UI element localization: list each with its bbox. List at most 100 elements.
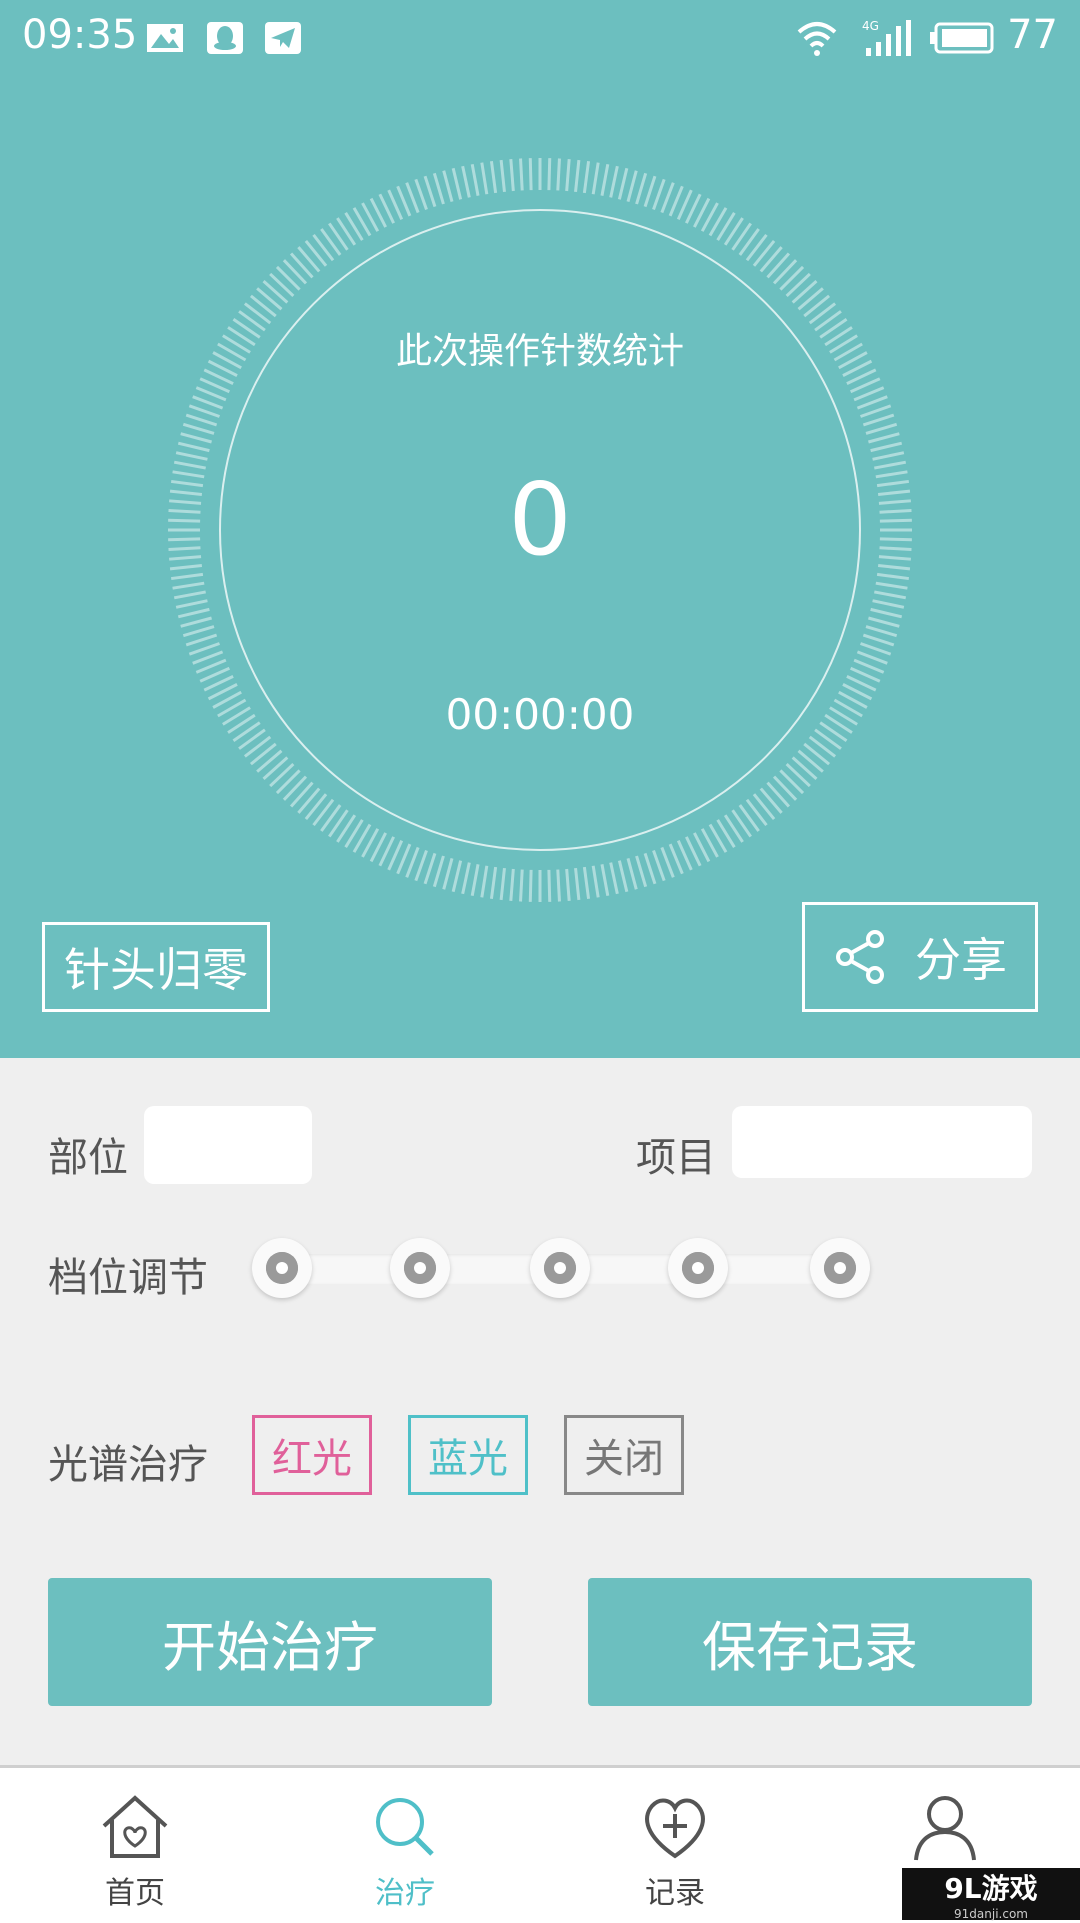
dial-tick [297, 246, 321, 273]
dial-tick [275, 769, 301, 795]
dial-tick [275, 265, 301, 291]
top-panel: 09:35 4G 77 此次操作针数统计 0 00:00:00 针头归零 分享 [0, 0, 1080, 1058]
dial-tick [249, 294, 277, 318]
dial-tick [489, 160, 498, 194]
part-input[interactable] [144, 1106, 312, 1184]
dial-tick [442, 858, 454, 890]
needle-count: 0 [508, 461, 572, 578]
dial-tick [856, 650, 888, 665]
dial-tick [262, 756, 289, 781]
signal-4g-icon: 4G [862, 18, 911, 58]
dial-tick [874, 460, 907, 470]
save-record-button[interactable]: 保存记录 [588, 1578, 1032, 1706]
gear-level-5[interactable] [810, 1238, 870, 1298]
dial-tick [856, 395, 888, 410]
dial-tick [635, 172, 648, 205]
reset-needle-button[interactable]: 针头归零 [42, 922, 270, 1012]
dial-tick [876, 572, 910, 581]
dial-tick [574, 159, 581, 193]
tab-home[interactable]: 首页 [35, 1792, 235, 1912]
share-button[interactable]: 分享 [802, 902, 1038, 1012]
dial-tick [872, 451, 905, 461]
dial-tick [519, 869, 524, 902]
dial-tick [470, 864, 480, 897]
reset-needle-label: 针头归零 [64, 943, 248, 997]
dial-tick [600, 163, 610, 196]
dial-tick [432, 855, 445, 888]
tab-records-label: 记录 [645, 1876, 705, 1911]
dial-tick [175, 451, 208, 461]
dial-tick [797, 749, 824, 773]
red-light-option[interactable]: 红光 [252, 1415, 372, 1495]
start-treatment-button[interactable]: 开始治疗 [48, 1578, 492, 1706]
battery-level: 77 [1007, 12, 1058, 58]
dial-tick [779, 265, 805, 291]
dial-tick [766, 781, 791, 808]
session-timer: 00:00:00 [445, 690, 635, 739]
dial-tick [304, 239, 328, 267]
dial-tick [868, 616, 900, 628]
spectrum-label: 光谱治疗 [48, 1442, 208, 1488]
blue-light-option[interactable]: 蓝光 [408, 1415, 528, 1495]
dial-tick [172, 581, 205, 590]
watermark-logo: 9L游戏 91danji.com [902, 1868, 1080, 1921]
dial-tick [289, 781, 314, 808]
tab-records[interactable]: 记录 [575, 1792, 775, 1912]
watermark-site: 91danji.com [954, 1907, 1028, 1921]
dial-tick [192, 650, 224, 665]
watermark-brand: 9L游戏 [944, 1872, 1038, 1905]
qq-icon [205, 18, 245, 58]
dial-tick [423, 852, 437, 885]
dial-tick [175, 599, 208, 609]
dial-tick [480, 865, 489, 898]
dial-title: 此次操作针数统计 [395, 331, 684, 372]
gear-level-2[interactable] [390, 1238, 450, 1298]
dial-tick [442, 170, 454, 202]
dial-tick [461, 165, 471, 198]
dial-tick [173, 590, 206, 600]
status-bar: 09:35 4G 77 [0, 0, 1080, 78]
dial-tick [185, 633, 218, 647]
dial-tick [289, 252, 314, 279]
gear-level-4[interactable] [668, 1238, 728, 1298]
dial-tick [609, 862, 619, 895]
dial-tick [188, 404, 221, 418]
gear-level-3[interactable] [530, 1238, 590, 1298]
dial-tick [785, 272, 811, 298]
light-off-option[interactable]: 关闭 [564, 1415, 684, 1495]
share-icon [836, 930, 884, 984]
status-time: 09:35 [22, 12, 138, 58]
dial-tick [528, 158, 533, 191]
wifi-icon [795, 18, 837, 58]
dial-tick [188, 642, 221, 656]
dial-tick [591, 865, 600, 898]
dial-tick [262, 279, 289, 304]
gear-label: 档位调节 [48, 1255, 208, 1301]
share-label: 分享 [915, 933, 1007, 987]
dial-tick [509, 159, 515, 192]
dial-tick [282, 259, 308, 285]
dial-tick [480, 162, 489, 195]
dial-tick [432, 172, 445, 205]
dial-tick [574, 867, 581, 901]
dial-tick [609, 165, 619, 198]
dial-tick [256, 287, 283, 311]
dial-tick [868, 432, 900, 444]
part-label: 部位 [48, 1135, 128, 1181]
item-input[interactable] [732, 1106, 1032, 1178]
dial-tick [461, 862, 471, 895]
dial-tick [872, 599, 905, 609]
gear-level-1[interactable] [252, 1238, 312, 1298]
dial-tick [875, 581, 908, 590]
dial-tick [859, 642, 892, 656]
dial-tick [423, 175, 437, 208]
dial-tick [177, 607, 210, 619]
dial-tick [791, 279, 818, 304]
dial-tick [547, 869, 552, 902]
dial-tick [752, 239, 776, 267]
dial-tick [766, 252, 791, 279]
dial-tick [405, 846, 420, 878]
dial-tick [499, 867, 506, 901]
dial-tick [759, 246, 783, 273]
tab-treatment[interactable]: 治疗 [305, 1792, 505, 1912]
